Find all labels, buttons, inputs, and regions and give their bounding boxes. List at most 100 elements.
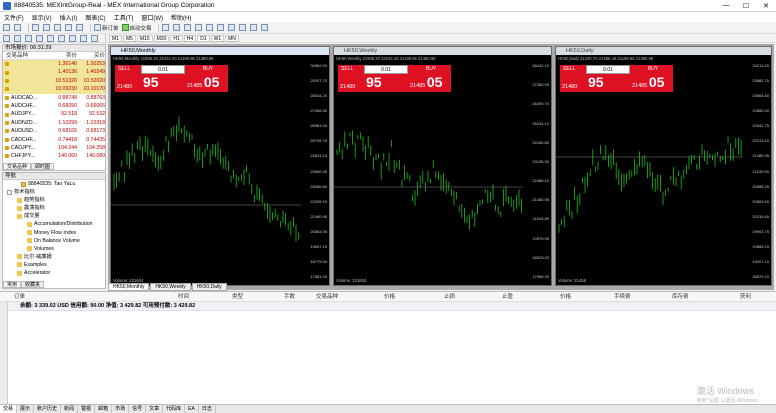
trendline-tool[interactable] <box>47 34 55 42</box>
tab-symbols[interactable]: 交易品种 <box>3 163 32 170</box>
lot-size-input[interactable]: 0.01 <box>586 65 630 74</box>
lot-size-input[interactable]: 0.01 <box>364 65 408 74</box>
profiles-button[interactable] <box>14 24 22 32</box>
terminal-column-header[interactable]: 手数 <box>284 292 295 302</box>
buy-button[interactable]: BUY 21485 05 <box>630 65 673 92</box>
market-watch-row[interactable]: AUDUSD... 0.68165 0.68173 <box>3 127 105 135</box>
menu-charts[interactable]: 图表(C) <box>85 13 105 22</box>
market-watch-row[interactable]: AUDJPY... 92.518 92.532 <box>3 110 105 118</box>
navigator-item[interactable]: On Balance Volume <box>3 237 105 245</box>
navigator-item[interactable]: 成交量 <box>3 212 105 220</box>
timeframe-w1[interactable]: W1 <box>210 34 225 42</box>
price-scale[interactable]: 24213.20 23882.75 23564.80 22880.20 22542.75… <box>743 55 771 286</box>
vertical-line-tool[interactable] <box>25 34 33 42</box>
terminal-tab[interactable]: 文章 <box>146 405 164 413</box>
terminal-column-header[interactable]: 手续费 <box>614 292 631 302</box>
chart-window-daily[interactable]: HK50,Daily HK50,Daily 21430.70 21486.40 … <box>555 46 772 286</box>
navigator-item[interactable]: 震荡指标 <box>3 204 105 212</box>
buy-button[interactable]: BUY 21485 05 <box>408 65 451 92</box>
terminal-tab[interactable]: 日志 <box>199 405 216 413</box>
cursor-tool[interactable] <box>3 34 11 42</box>
navigator-item[interactable]: Money Flow Index <box>3 229 105 237</box>
terminal-column-header[interactable]: 获利 <box>740 292 751 302</box>
data-window-button[interactable] <box>43 24 51 32</box>
fibonacci-tool[interactable] <box>69 34 77 42</box>
navigator-button[interactable] <box>54 24 62 32</box>
zoom-out-button[interactable] <box>205 24 214 32</box>
menu-help[interactable]: 帮助(H) <box>171 13 191 22</box>
chart-tab-monthly[interactable]: HK50,Monthly <box>108 283 150 291</box>
new-order-button[interactable]: 新订单 <box>94 24 119 32</box>
terminal-column-header[interactable]: 时间 <box>178 292 189 302</box>
terminal-column-header[interactable]: 价格 <box>384 292 395 302</box>
navigator-item[interactable]: Volumes <box>3 245 105 253</box>
market-watch-row[interactable]: AUDNZD... 1.10299 1.10318 <box>3 119 105 127</box>
market-watch-row[interactable]: CHFJPY... 140.060 140.080 <box>3 152 105 160</box>
new-chart-button[interactable] <box>3 24 11 32</box>
sell-button[interactable]: SELL 21480 <box>115 65 141 92</box>
text-tool[interactable] <box>80 34 88 42</box>
menu-window[interactable]: 窗口(W) <box>141 13 163 22</box>
chart-tab-weekly[interactable]: HK50,Weekly <box>150 283 191 291</box>
candlestick-button[interactable] <box>172 24 181 32</box>
line-chart-button[interactable] <box>183 24 192 32</box>
market-watch-button[interactable] <box>32 24 40 32</box>
timeframe-m1[interactable]: M1 <box>109 34 122 42</box>
timeframe-m30[interactable]: M30 <box>153 34 170 42</box>
sell-button[interactable]: SELL 21480 <box>560 65 586 92</box>
column-ask[interactable]: 买价 <box>77 52 105 59</box>
market-watch-row[interactable]: 1.30146 1.30253 <box>3 60 105 69</box>
channel-tool[interactable] <box>58 34 66 42</box>
timeframe-d1[interactable]: D1 <box>197 34 210 42</box>
chart-tab-daily[interactable]: HK50,Daily <box>191 283 227 291</box>
terminal-column-header[interactable]: 订单 <box>14 292 25 302</box>
terminal-tab[interactable]: 警报 <box>78 405 96 413</box>
maximize-button[interactable]: ☐ <box>736 2 756 10</box>
navigator-item[interactable]: 趋势指标 <box>3 196 105 204</box>
price-scale[interactable]: 30962.00 29207.70 28334.20 27456.30 26581.00… <box>301 55 329 286</box>
tab-favorites[interactable]: 收藏夹 <box>21 281 45 288</box>
sell-button[interactable]: SELL 21480 <box>338 65 364 92</box>
terminal-column-header[interactable]: 止损 <box>444 292 455 302</box>
bar-chart-button[interactable] <box>161 24 170 32</box>
navigator-item[interactable]: 比尔·威廉姆 <box>3 253 105 261</box>
timeframe-h1[interactable]: H1 <box>170 34 183 42</box>
price-scale[interactable]: 28442.10 27350.05 26299.70 25244.10 24180.60… <box>523 55 551 286</box>
timeframe-mn[interactable]: MN <box>225 34 239 42</box>
terminal-tab[interactable]: 账户历史 <box>34 405 62 413</box>
menu-file[interactable]: 文件(F) <box>4 13 24 22</box>
terminal-tab[interactable]: 展示 <box>17 405 35 413</box>
templates-button[interactable] <box>260 24 269 32</box>
lot-size-input[interactable]: 0.01 <box>141 65 185 74</box>
close-button[interactable]: ✕ <box>756 2 776 10</box>
market-watch-row[interactable]: AUDCHF... 0.66050 0.66065 <box>3 102 105 110</box>
tab-common[interactable]: 常用 <box>3 281 22 288</box>
periods-button[interactable] <box>249 24 258 32</box>
market-watch-row[interactable]: AUDCAD... 0.88748 0.88763 <box>3 94 105 102</box>
navigator-item[interactable]: 技术指标 <box>3 188 105 196</box>
tester-button[interactable] <box>76 24 84 32</box>
terminal-tab[interactable]: 代码库 <box>163 405 186 413</box>
navigator-item[interactable]: Accelerator <box>3 269 105 277</box>
column-symbol[interactable]: 交易品种 <box>3 52 47 59</box>
menu-view[interactable]: 显示(V) <box>32 13 52 22</box>
market-watch-row[interactable]: 10.09230 10.10170 <box>3 85 105 94</box>
crosshair-tool[interactable] <box>14 34 22 42</box>
zoom-in-button[interactable] <box>194 24 203 32</box>
chart-window-monthly[interactable]: HK50,Monthly HK50,Monthly 21906.20 22224… <box>110 46 330 286</box>
tab-tick-chart[interactable]: 即时图 <box>31 163 55 170</box>
terminal-column-header[interactable]: 价格 <box>560 292 571 302</box>
menu-insert[interactable]: 插入(I) <box>60 13 78 22</box>
timeframe-m5[interactable]: M5 <box>122 34 136 42</box>
indicators-button[interactable] <box>238 24 247 32</box>
minimize-button[interactable]: — <box>716 2 736 10</box>
market-watch-row[interactable]: 1.40136 1.40249 <box>3 68 105 77</box>
timeframe-h4[interactable]: H4 <box>183 34 197 42</box>
terminal-column-header[interactable]: 交易品种 <box>316 292 338 302</box>
tile-windows-button[interactable] <box>216 24 225 32</box>
terminal-tab[interactable]: 邮箱 <box>95 405 113 413</box>
navigator-item[interactable]: Accumulation/Distribution <box>3 220 105 228</box>
horizontal-line-tool[interactable] <box>36 34 44 42</box>
arrows-tool[interactable] <box>91 34 99 42</box>
column-bid[interactable]: 卖价 <box>47 52 77 59</box>
